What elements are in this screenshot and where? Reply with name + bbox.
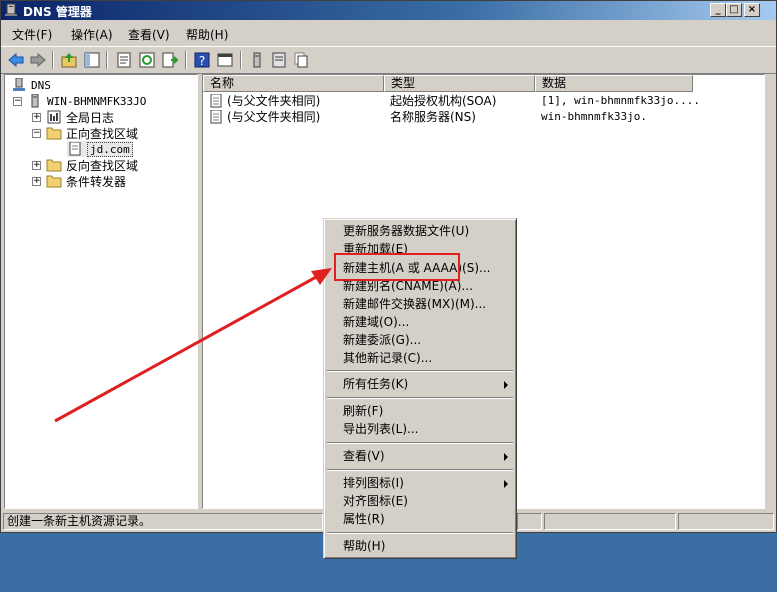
menu-item-help[interactable]: 帮助(H) (343, 538, 385, 555)
record-icon (210, 110, 222, 124)
menu-item-line-up-icons[interactable]: 对齐图标(E) (343, 493, 408, 510)
menu-action[interactable]: 操作(A) (71, 26, 113, 43)
menu-item-new-delegation[interactable]: 新建委派(G)... (343, 332, 421, 349)
toolbar-separator (240, 51, 242, 69)
menu-item-new-domain[interactable]: 新建域(O)... (343, 314, 409, 331)
server-icon[interactable] (247, 50, 267, 70)
console-icon[interactable] (215, 50, 235, 70)
annotation-highlight-box (334, 253, 460, 281)
status-text: 创建一条新主机资源记录。 (3, 513, 323, 530)
menu-view[interactable]: 查看(V) (128, 26, 170, 43)
toolbar-separator (52, 51, 54, 69)
export-list-icon[interactable] (160, 50, 180, 70)
collapse-toggle[interactable]: − (13, 96, 22, 106)
tree-label: DNS (31, 78, 51, 92)
status-pane (517, 513, 542, 530)
menu-item-refresh[interactable]: 刷新(F) (343, 403, 383, 420)
column-header-type[interactable]: 类型 (384, 75, 535, 92)
submenu-arrow-icon (504, 453, 508, 461)
record-icon (210, 94, 222, 108)
title-bar[interactable]: DNS 管理器 _ □ × (1, 1, 776, 20)
folder-icon (46, 159, 62, 172)
menu-separator (327, 532, 513, 534)
record-data: [1], win-bhmnmfk33jo.... (541, 94, 700, 107)
tree-label: 条件转发器 (66, 174, 127, 189)
dns-root-icon (13, 78, 25, 91)
folder-icon (46, 175, 62, 188)
record-data: win-bhmnmfk33jo. (541, 110, 647, 123)
tree-item-jd-com[interactable]: jd.com (67, 141, 133, 157)
tree-item-global-logs[interactable]: + 全局日志 (32, 109, 114, 125)
tree-item-reverse-zones[interactable]: + 反向查找区域 (32, 157, 138, 173)
up-folder-icon[interactable] (59, 50, 79, 70)
tree-label: jd.com (87, 141, 133, 157)
menu-help[interactable]: 帮助(H) (186, 26, 228, 43)
copy-icon[interactable] (291, 50, 311, 70)
tree-label: 全局日志 (66, 110, 115, 125)
toolbar: ? (1, 46, 776, 74)
back-arrow-icon[interactable] (6, 50, 26, 70)
expand-toggle[interactable]: + (32, 176, 41, 186)
submenu-arrow-icon (504, 480, 508, 488)
forward-arrow-icon[interactable] (28, 50, 48, 70)
list-item[interactable]: (与父文件夹相同) 起始授权机构(SOA) [1], win-bhmnmfk33… (209, 93, 759, 109)
record-type: 起始授权机构(SOA) (390, 94, 497, 108)
menu-item-arrange-icons[interactable]: 排列图标(I) (343, 475, 404, 492)
list-item[interactable]: (与父文件夹相同) 名称服务器(NS) win-bhmnmfk33jo. (209, 109, 759, 125)
dns-app-icon (5, 3, 17, 16)
folder-icon (46, 127, 62, 140)
tree-item-conditional-forwarders[interactable]: + 条件转发器 (32, 173, 126, 189)
maximize-button[interactable]: □ (726, 3, 742, 17)
menu-separator (327, 370, 513, 372)
toolbar-separator (106, 51, 108, 69)
record-name: (与父文件夹相同) (227, 94, 321, 108)
status-pane (544, 513, 676, 530)
properties-icon[interactable] (114, 50, 134, 70)
expand-toggle[interactable]: + (32, 112, 41, 122)
tree-item-dns[interactable]: DNS (11, 77, 51, 93)
column-header-data[interactable]: 数据 (535, 75, 693, 92)
menu-item-export-list[interactable]: 导出列表(L)... (343, 421, 419, 438)
zone-file-icon (69, 142, 81, 156)
column-header-name[interactable]: 名称 (203, 75, 384, 92)
expand-toggle[interactable]: + (32, 160, 41, 170)
menu-item-update-server-data[interactable]: 更新服务器数据文件(U) (343, 223, 469, 240)
menu-item-other-new-records[interactable]: 其他新记录(C)... (343, 350, 432, 367)
action-pane-edge (765, 74, 776, 509)
close-button[interactable]: × (744, 3, 760, 17)
toolbar-separator (185, 51, 187, 69)
tree-label: WIN-BHMNMFK33JO (47, 94, 147, 108)
record-name: (与父文件夹相同) (227, 110, 321, 124)
menu-separator (327, 397, 513, 399)
minimize-button[interactable]: _ (710, 3, 726, 17)
menu-separator (327, 469, 513, 471)
svg-text:?: ? (199, 54, 205, 68)
event-log-icon (47, 110, 61, 124)
refresh-icon[interactable] (137, 50, 157, 70)
list-icon[interactable] (269, 50, 289, 70)
menu-bar: 文件(F) 操作(A) 查看(V) 帮助(H) (1, 23, 776, 45)
help-icon[interactable]: ? (192, 50, 212, 70)
tree-label: 正向查找区域 (66, 126, 139, 141)
collapse-toggle[interactable]: − (32, 128, 41, 138)
window-title: DNS 管理器 (23, 5, 92, 19)
menu-item-all-tasks[interactable]: 所有任务(K) (343, 376, 408, 393)
server-icon (31, 94, 39, 108)
tree-label: 反向查找区域 (66, 158, 139, 173)
menu-separator (327, 442, 513, 444)
menu-item-properties[interactable]: 属性(R) (343, 511, 385, 528)
console-tree: DNS − WIN-BHMNMFK33JO + 全局日志 − 正向查找区域 jd… (4, 74, 198, 509)
tree-item-forward-zones[interactable]: − 正向查找区域 (32, 125, 138, 141)
menu-file[interactable]: 文件(F) (12, 26, 52, 43)
submenu-arrow-icon (504, 381, 508, 389)
menu-item-new-mail-exchanger[interactable]: 新建邮件交换器(MX)(M)... (343, 296, 486, 313)
status-pane (678, 513, 774, 530)
show-hide-tree-icon[interactable] (82, 50, 102, 70)
record-type: 名称服务器(NS) (390, 110, 476, 124)
tree-item-server[interactable]: − WIN-BHMNMFK33JO (13, 93, 146, 109)
menu-item-view[interactable]: 查看(V) (343, 448, 385, 465)
